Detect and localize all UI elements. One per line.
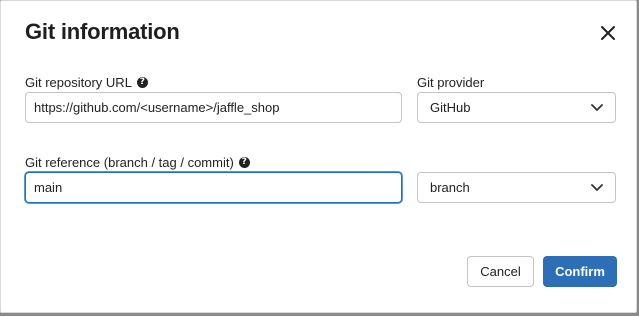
close-icon [601, 26, 615, 40]
provider-selected-value: GitHub [430, 100, 471, 115]
dialog-title: Git information [25, 19, 180, 44]
confirm-button[interactable]: Confirm [543, 256, 617, 287]
chevron-down-icon [591, 103, 603, 111]
chevron-down-icon [591, 183, 603, 191]
repo-url-value: https://github.com/<username>/jaffle_sho… [34, 100, 280, 115]
repo-url-input[interactable]: https://github.com/<username>/jaffle_sho… [25, 92, 402, 123]
question-circle-icon[interactable]: ? [136, 77, 148, 88]
confirm-button-label: Confirm [555, 264, 605, 279]
git-information-dialog: Git information Git repository URL ? htt… [0, 0, 637, 313]
reference-value: main [34, 180, 63, 195]
cancel-button-label: Cancel [480, 264, 521, 279]
cancel-button[interactable]: Cancel [467, 256, 534, 287]
reference-input[interactable]: main [25, 172, 402, 203]
reference-label-text: Git reference (branch / tag / commit) [25, 155, 234, 170]
provider-label-text: Git provider [417, 75, 485, 90]
reference-type-selected-value: branch [430, 180, 470, 195]
reference-type-select[interactable]: branch [417, 172, 616, 203]
provider-label: Git provider [417, 75, 484, 90]
provider-select[interactable]: GitHub [417, 92, 616, 123]
close-button[interactable] [597, 22, 619, 44]
question-circle-icon[interactable]: ? [238, 157, 250, 168]
reference-label: Git reference (branch / tag / commit) ? [25, 155, 250, 170]
repo-url-label-text: Git repository URL [25, 75, 132, 90]
repo-url-label: Git repository URL ? [25, 75, 148, 90]
